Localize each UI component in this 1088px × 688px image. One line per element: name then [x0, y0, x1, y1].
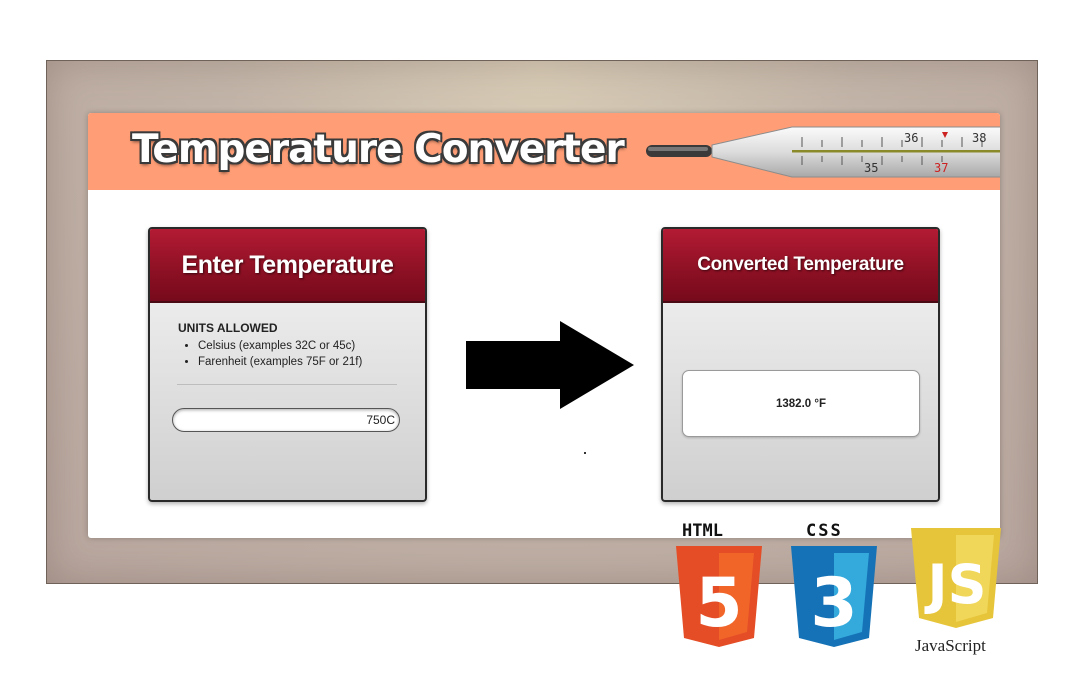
dot	[584, 452, 586, 454]
javascript-label: JavaScript	[915, 636, 986, 655]
css3-glyph: 3	[810, 564, 857, 643]
arrow-right-icon	[466, 321, 634, 409]
list-item: Farenheit (examples 75F or 21f)	[198, 354, 362, 370]
html-label: HTML	[682, 521, 723, 541]
divider	[177, 384, 397, 385]
javascript-logo-icon: JS	[911, 528, 1001, 628]
js-glyph: JS	[924, 553, 987, 616]
temperature-input[interactable]	[172, 408, 400, 432]
thermo-label-37: 37	[934, 161, 948, 175]
input-panel-heading: Enter Temperature	[150, 229, 425, 303]
converted-result: 1382.0 °F	[682, 370, 920, 437]
app-window: Temperature Converter 36 38 35 37 Enter …	[88, 113, 1000, 538]
thermometer-icon: 36 38 35 37	[646, 126, 1000, 178]
list-item: Celsius (examples 32C or 45c)	[198, 338, 362, 354]
thermo-label-35: 35	[864, 161, 878, 175]
thermo-label-36: 36	[904, 131, 918, 145]
units-title: UNITS ALLOWED	[178, 321, 278, 335]
app-header: Temperature Converter 36 38 35 37	[88, 113, 1000, 190]
html5-glyph: 5	[695, 564, 742, 643]
css3-logo-icon: 3	[791, 546, 877, 647]
css-label: CSS	[806, 521, 843, 541]
output-panel-heading: Converted Temperature	[663, 229, 938, 303]
html5-logo-icon: 5	[676, 546, 762, 647]
units-list: Celsius (examples 32C or 45c) Farenheit …	[180, 338, 362, 370]
app-title: Temperature Converter	[132, 127, 625, 172]
thermo-label-38: 38	[972, 131, 986, 145]
output-panel: Converted Temperature 1382.0 °F	[661, 227, 940, 502]
